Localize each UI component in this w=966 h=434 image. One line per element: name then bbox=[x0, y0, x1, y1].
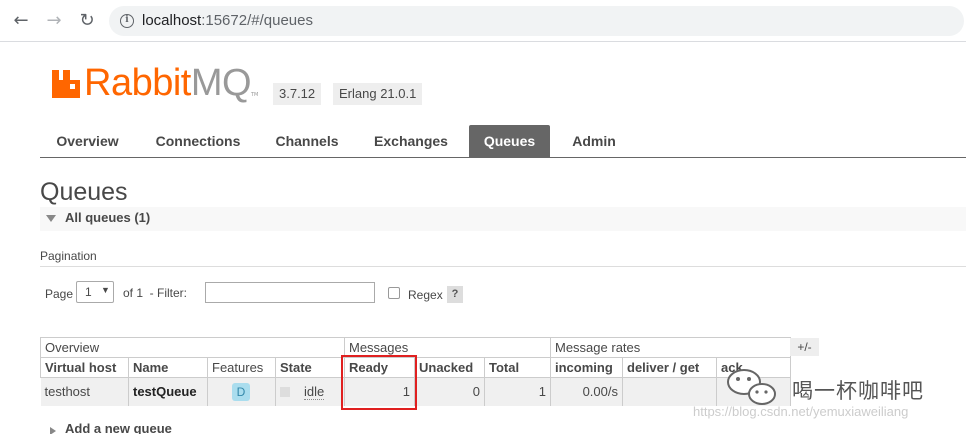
col-features: Features bbox=[207, 357, 276, 378]
tab-queues[interactable]: Queues bbox=[469, 125, 550, 157]
all-queues-section-toggle[interactable]: All queues (1) bbox=[40, 207, 966, 231]
col-name[interactable]: Name bbox=[128, 357, 208, 378]
info-icon[interactable]: i bbox=[120, 14, 134, 28]
cell-features: D bbox=[207, 377, 276, 406]
column-toggle-button[interactable]: +/- bbox=[790, 338, 819, 356]
filter-label: of 1 - Filter: bbox=[123, 286, 188, 300]
filter-input[interactable] bbox=[205, 282, 375, 303]
tab-exchanges[interactable]: Exchanges bbox=[360, 125, 462, 157]
cell-state: idle bbox=[275, 377, 345, 406]
watermark-text: 喝一杯咖啡吧 bbox=[792, 379, 924, 403]
tab-admin[interactable]: Admin bbox=[561, 125, 627, 157]
dropdown-arrow-icon: ▼ bbox=[101, 285, 110, 295]
page-select-value: 1 bbox=[85, 285, 92, 299]
section-label: All queues (1) bbox=[65, 210, 151, 225]
version-badge: 3.7.12 bbox=[273, 83, 322, 105]
cell-name[interactable]: testQueue bbox=[128, 377, 208, 406]
col-deliver-get[interactable]: deliver / get bbox=[622, 357, 717, 378]
pagination-label: Pagination bbox=[40, 249, 97, 263]
watermark-url: https://blog.csdn.net/yemuxiaweiliang bbox=[693, 404, 909, 419]
forward-arrow-icon[interactable]: → bbox=[43, 10, 65, 32]
divider bbox=[40, 266, 966, 267]
cell-vhost: testhost bbox=[40, 377, 129, 406]
logo-wordmark: RabbitMQ bbox=[84, 62, 252, 104]
regex-label: Regex bbox=[408, 288, 443, 302]
back-arrow-icon[interactable]: ← bbox=[10, 10, 32, 32]
cell-unacked: 0 bbox=[414, 377, 485, 406]
rabbitmq-logo-icon bbox=[52, 70, 80, 98]
collapse-triangle-icon bbox=[46, 215, 56, 222]
durable-feature-badge: D bbox=[232, 382, 250, 401]
ready-highlight-annotation bbox=[341, 355, 417, 410]
add-queue-label: Add a new queue bbox=[65, 421, 172, 434]
tab-overview[interactable]: Overview bbox=[40, 125, 135, 157]
logo-trademark: TM bbox=[251, 92, 259, 98]
page-select[interactable]: 1 ▼ bbox=[76, 281, 114, 303]
state-text: idle bbox=[304, 384, 325, 401]
cell-deliver-get bbox=[622, 377, 717, 406]
col-incoming[interactable]: incoming bbox=[550, 357, 623, 378]
help-button[interactable]: ? bbox=[447, 286, 463, 303]
logo-mq-text: MQ bbox=[190, 62, 252, 104]
erlang-version-badge: Erlang 21.0.1 bbox=[333, 83, 423, 105]
reload-icon[interactable]: ↻ bbox=[76, 10, 98, 32]
address-bar[interactable]: i localhost:15672/#/queues bbox=[109, 6, 964, 36]
page-title: Queues bbox=[40, 178, 128, 206]
col-total[interactable]: Total bbox=[484, 357, 551, 378]
regex-checkbox[interactable] bbox=[388, 287, 400, 299]
add-queue-section-toggle[interactable]: Add a new queue bbox=[40, 421, 172, 434]
cell-incoming: 0.00/s bbox=[550, 377, 623, 406]
cell-total: 1 bbox=[484, 377, 551, 406]
group-overview: Overview bbox=[40, 337, 345, 358]
state-indicator-icon bbox=[280, 387, 290, 398]
queue-name-link[interactable]: testQueue bbox=[133, 384, 197, 399]
url-path: :15672/#/queues bbox=[201, 12, 313, 29]
col-virtual-host[interactable]: Virtual host bbox=[40, 357, 129, 378]
tab-connections[interactable]: Connections bbox=[143, 125, 253, 157]
group-message-rates: Message rates bbox=[550, 337, 791, 358]
expand-triangle-icon bbox=[50, 427, 56, 434]
browser-toolbar: ← → ↻ i localhost:15672/#/queues bbox=[0, 0, 966, 42]
main-tabs: Overview Connections Channels Exchanges … bbox=[40, 125, 966, 158]
url-host: localhost bbox=[142, 12, 202, 29]
tab-channels[interactable]: Channels bbox=[265, 125, 349, 157]
col-unacked[interactable]: Unacked bbox=[414, 357, 485, 378]
url-text[interactable]: localhost:15672/#/queues bbox=[142, 11, 313, 31]
page-label: Page bbox=[45, 287, 74, 301]
col-state[interactable]: State bbox=[275, 357, 345, 378]
logo-rabbit-text: Rabbit bbox=[84, 62, 191, 104]
